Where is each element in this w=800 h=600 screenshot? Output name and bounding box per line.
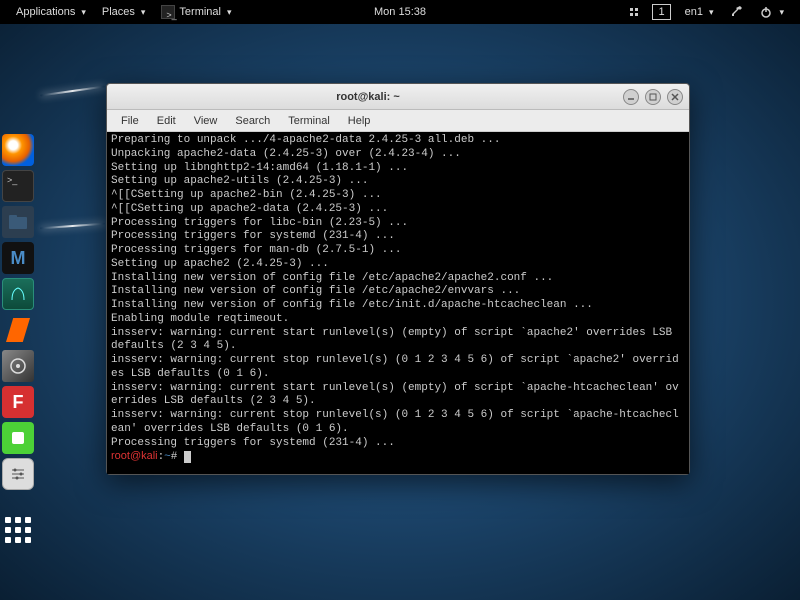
menu-view[interactable]: View: [186, 113, 226, 129]
active-app-menu[interactable]: Terminal ▾: [153, 5, 239, 19]
minimize-button[interactable]: [623, 89, 639, 105]
burpsuite-icon[interactable]: [2, 314, 34, 346]
tweaks-icon[interactable]: [2, 458, 34, 490]
power-menu[interactable]: ▾: [751, 5, 792, 19]
applications-menu[interactable]: Applications ▾: [8, 6, 94, 18]
window-title: root@kali: ~: [113, 91, 623, 103]
leafpad-icon[interactable]: [2, 422, 34, 454]
menu-help[interactable]: Help: [340, 113, 379, 129]
workspace-indicator[interactable]: 1: [652, 4, 670, 20]
color-picker[interactable]: [721, 5, 751, 19]
keyboard-layout-label: en1: [685, 6, 703, 18]
dock: M F: [0, 130, 38, 550]
firefox-icon[interactable]: [2, 134, 34, 166]
terminal-menubar: File Edit View Search Terminal Help: [107, 110, 689, 132]
chevron-down-icon: ▾: [227, 7, 232, 18]
top-panel: Applications ▾ Places ▾ Terminal ▾ Mon 1…: [0, 0, 800, 24]
window-titlebar[interactable]: root@kali: ~: [107, 84, 689, 110]
workspace-number: 1: [658, 6, 664, 18]
clock[interactable]: Mon 15:38: [366, 6, 434, 18]
menu-terminal[interactable]: Terminal: [280, 113, 338, 129]
power-icon: [759, 5, 773, 19]
menu-edit[interactable]: Edit: [149, 113, 184, 129]
terminal-icon: [161, 5, 175, 19]
chevron-down-icon: ▾: [141, 7, 146, 18]
places-menu[interactable]: Places ▾: [94, 6, 154, 18]
chevron-down-icon: ▾: [81, 7, 86, 18]
applications-label: Applications: [16, 6, 75, 18]
im-icon: [630, 8, 638, 16]
active-app-label: Terminal: [179, 6, 221, 18]
terminal-output[interactable]: Preparing to unpack .../4-apache2-data 2…: [107, 132, 689, 474]
faraday-icon[interactable]: F: [2, 386, 34, 418]
terminal-window: root@kali: ~ File Edit View Search Termi…: [106, 83, 690, 475]
show-applications-icon[interactable]: [2, 514, 34, 546]
metasploit-icon[interactable]: M: [2, 242, 34, 274]
chevron-down-icon: ▾: [779, 7, 784, 18]
keyboard-layout[interactable]: en1 ▾: [677, 6, 722, 18]
clock-label: Mon 15:38: [374, 6, 426, 18]
armitage-icon[interactable]: [2, 278, 34, 310]
places-label: Places: [102, 6, 135, 18]
terminal-launcher-icon[interactable]: [2, 170, 34, 202]
close-button[interactable]: [667, 89, 683, 105]
im-indicator[interactable]: [622, 8, 646, 16]
maltego-icon[interactable]: [2, 350, 34, 382]
chevron-down-icon: ▾: [709, 7, 714, 18]
decorative-wisp: [40, 85, 105, 96]
files-icon[interactable]: [2, 206, 34, 238]
eyedropper-icon: [729, 5, 743, 19]
decorative-wisp: [40, 223, 105, 230]
maximize-button[interactable]: [645, 89, 661, 105]
menu-search[interactable]: Search: [227, 113, 278, 129]
menu-file[interactable]: File: [113, 113, 147, 129]
